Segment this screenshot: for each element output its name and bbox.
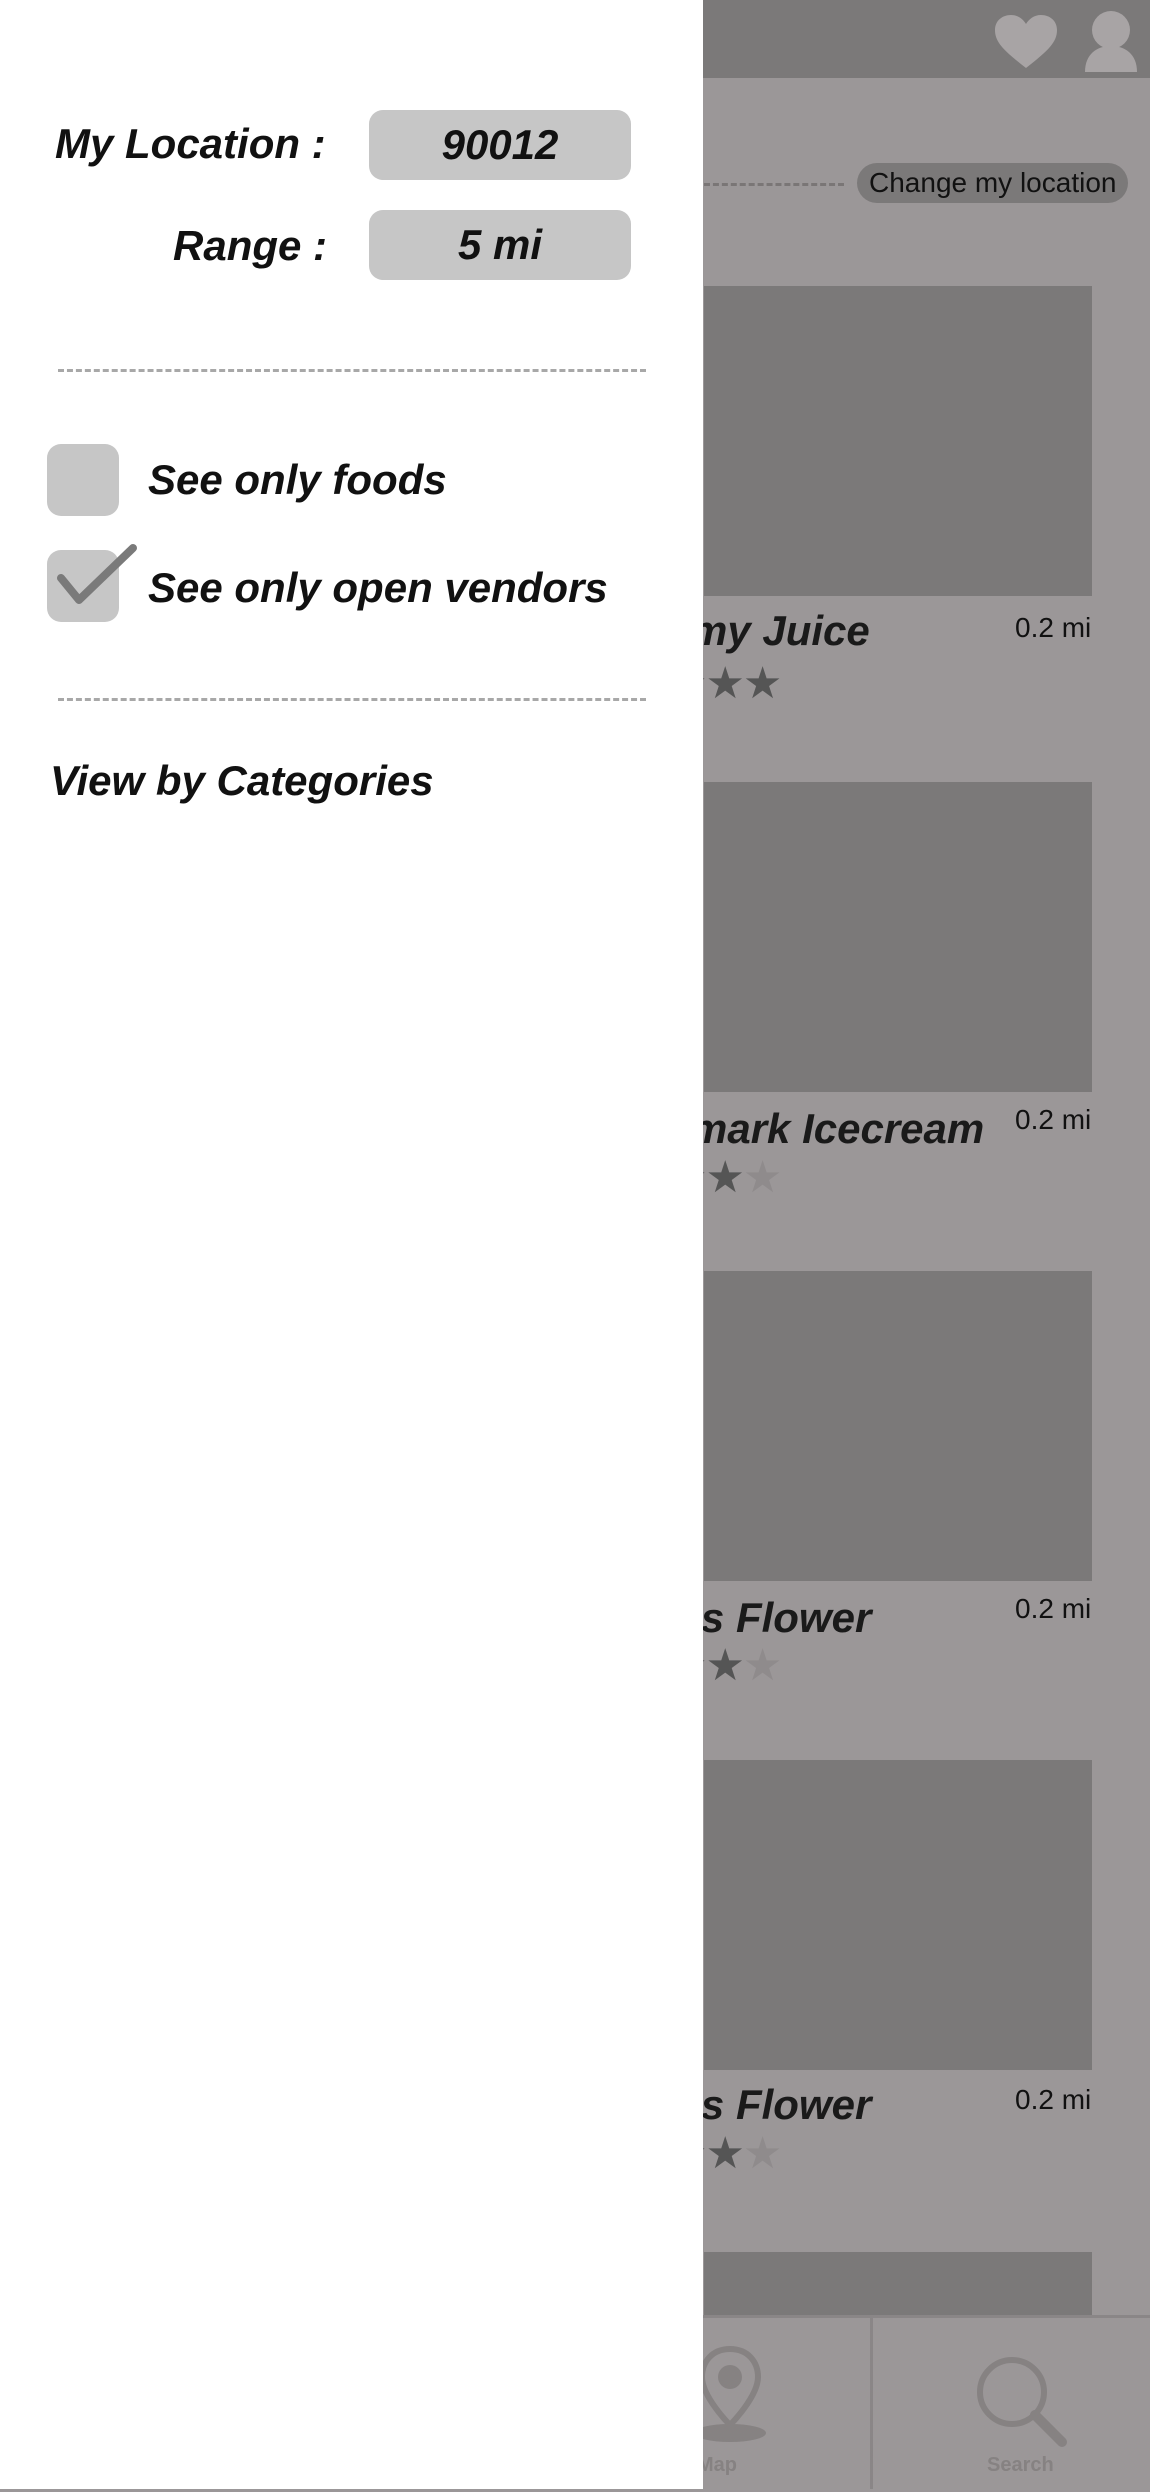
- open-vendors-checkbox[interactable]: [47, 544, 137, 622]
- star-icon: ★: [742, 659, 782, 708]
- categories-title[interactable]: View by Categories: [50, 757, 434, 805]
- user-icon[interactable]: [1083, 10, 1139, 72]
- location-input[interactable]: 90012: [369, 110, 631, 180]
- nav-search-label[interactable]: Search: [987, 2454, 1054, 2477]
- star-icon: ★: [742, 2129, 782, 2178]
- location-label: My Location :: [55, 120, 326, 167]
- range-label: Range :: [173, 222, 328, 269]
- vendor-image[interactable]: [704, 286, 1092, 596]
- star-icon: ★: [705, 2129, 744, 2178]
- vendor-distance: 0.2 mi: [1015, 1104, 1092, 1135]
- star-icon: ★: [742, 1153, 782, 1202]
- open-vendors-checkbox-label[interactable]: See only open vendors: [148, 564, 608, 612]
- drawer-divider: [58, 369, 646, 372]
- search-icon[interactable]: [970, 2350, 1070, 2450]
- vendor-image[interactable]: [704, 1271, 1092, 1581]
- nav-divider: [870, 2317, 873, 2489]
- drawer-divider: [58, 698, 646, 701]
- nav-map-label[interactable]: Map: [697, 2454, 737, 2477]
- vendor-image[interactable]: [704, 1760, 1092, 2070]
- vendor-title[interactable]: ’s Flower: [690, 1594, 871, 1642]
- vendor-image[interactable]: [704, 782, 1092, 1092]
- checkmark-icon: [57, 544, 137, 604]
- change-location-button[interactable]: Change my location: [857, 163, 1129, 203]
- vendor-title[interactable]: mark Icecream: [690, 1105, 984, 1153]
- vendor-title[interactable]: ’s Flower: [690, 2081, 871, 2129]
- star-icon: ★: [705, 1641, 744, 1690]
- location-divider: [704, 183, 844, 186]
- filter-drawer: [0, 0, 703, 2489]
- vendor-distance: 0.2 mi: [1015, 1593, 1092, 1624]
- heart-icon[interactable]: [993, 14, 1059, 70]
- foods-checkbox-label[interactable]: See only foods: [148, 456, 447, 504]
- star-icon: ★: [705, 659, 744, 708]
- range-select[interactable]: 5 mi: [369, 210, 631, 280]
- foods-checkbox[interactable]: [47, 444, 119, 516]
- vendor-title[interactable]: my Juice: [690, 607, 870, 655]
- vendor-distance: 0.2 mi: [1015, 2084, 1092, 2115]
- vendor-distance: 0.2 mi: [1015, 612, 1092, 643]
- star-icon: ★: [742, 1641, 782, 1690]
- vendor-image[interactable]: [704, 2252, 1092, 2322]
- star-icon: ★: [705, 1153, 744, 1202]
